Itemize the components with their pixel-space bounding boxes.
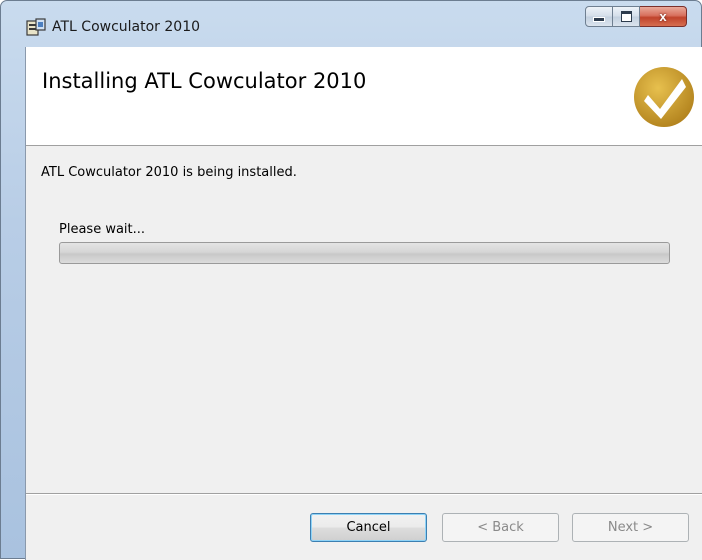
button-separator [26, 493, 702, 495]
next-button[interactable]: Next > [572, 513, 689, 542]
caption-buttons: x [585, 6, 687, 29]
minimize-button[interactable] [585, 6, 613, 27]
cancel-button[interactable]: Cancel [310, 513, 427, 542]
installer-window: ATL Cowculator 2010 x Installing ATL Cow… [0, 0, 702, 560]
window-title: ATL Cowculator 2010 [52, 19, 201, 35]
close-icon: x [659, 9, 667, 24]
please-wait-label: Please wait... [59, 222, 146, 237]
close-button[interactable]: x [640, 6, 687, 27]
back-button[interactable]: < Back [442, 513, 559, 542]
page-title: Installing ATL Cowculator 2010 [42, 69, 367, 93]
install-progress-bar [59, 242, 670, 264]
installer-package-icon [26, 18, 46, 36]
install-status-text: ATL Cowculator 2010 is being installed. [41, 165, 297, 180]
checkmark-badge-icon [634, 67, 694, 127]
header-banner: Installing ATL Cowculator 2010 [26, 47, 702, 146]
maximize-icon [620, 11, 632, 22]
title-bar[interactable]: ATL Cowculator 2010 x [1, 1, 701, 47]
installer-client-area: Installing ATL Cowculator 2010 ATL Cowcu… [25, 47, 702, 560]
minimize-icon [593, 17, 605, 22]
maximize-button[interactable] [613, 6, 640, 27]
